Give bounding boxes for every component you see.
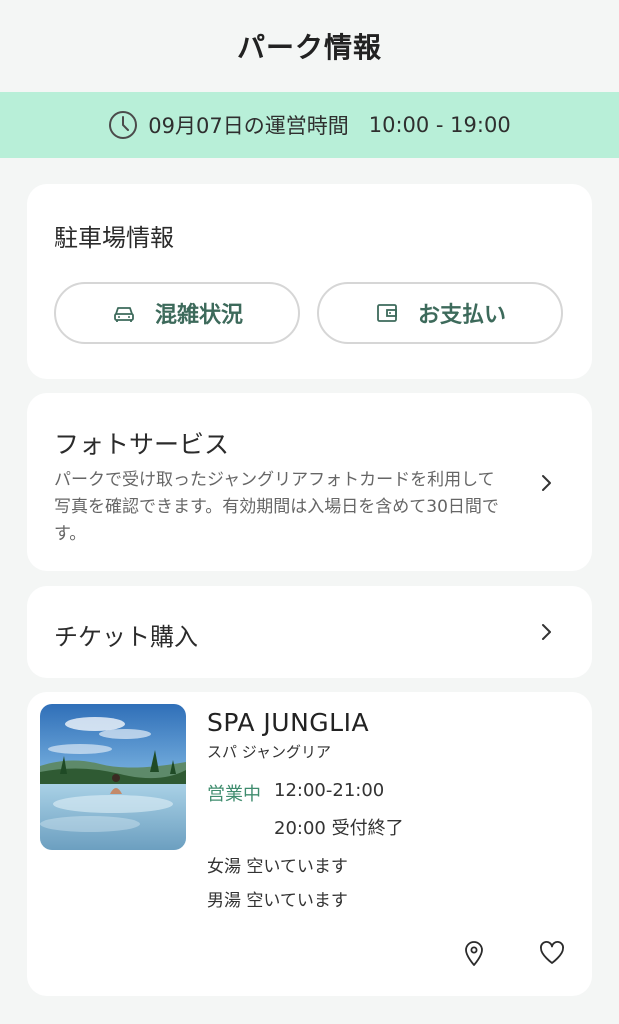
payment-label: お支払い — [417, 303, 506, 328]
favorite-button[interactable] — [535, 936, 569, 970]
spa-hours: 12:00-21:00 — [274, 780, 385, 801]
park-info-screen: パーク情報 09月07日の運営時間 10:00 - 19:00 駐車場情報 混雑… — [0, 0, 619, 1024]
womens-bath-status: 女湯 空いています — [207, 857, 348, 877]
map-button[interactable] — [457, 936, 491, 970]
photo-service-card[interactable]: フォトサービス パークで受け取ったジャングリアフォトカードを利用して写真を確認で… — [27, 393, 592, 571]
heart-icon — [540, 941, 564, 964]
photo-service-heading: フォトサービス — [54, 430, 230, 459]
chevron-right-icon — [542, 475, 551, 491]
hours-date: 09月07日の運営時間 — [148, 114, 349, 138]
spa-thumbnail[interactable] — [40, 704, 186, 850]
hours-range: 10:00 - 19:00 — [368, 113, 511, 137]
parking-card: 駐車場情報 混雑状況 お支払い — [27, 184, 592, 379]
ticket-purchase-card[interactable]: チケット購入 — [27, 586, 592, 678]
spa-name: SPA JUNGLIA — [207, 708, 370, 737]
operating-hours-banner: 09月07日の運営時間 10:00 - 19:00 — [0, 92, 619, 158]
car-icon — [114, 307, 134, 322]
spa-name-kana: スパ ジャングリア — [207, 743, 332, 761]
clock-icon — [109, 111, 138, 139]
header: パーク情報 — [0, 0, 619, 92]
payment-button[interactable]: お支払い — [317, 282, 563, 344]
congestion-button[interactable]: 混雑状況 — [54, 282, 300, 344]
wallet-icon — [377, 304, 397, 322]
parking-heading: 駐車場情報 — [54, 224, 174, 252]
page-title: パーク情報 — [236, 31, 382, 64]
spa-card[interactable]: SPA JUNGLIA スパ ジャングリア 営業中 12:00-21:00 20… — [27, 692, 592, 996]
map-pin-icon — [465, 941, 483, 966]
chevron-right-icon — [542, 624, 551, 640]
ticket-heading: チケット購入 — [54, 623, 198, 651]
spa-last-entry: 20:00 受付終了 — [274, 818, 404, 839]
infinity-pool-photo — [40, 704, 186, 850]
status-badge: 営業中 — [207, 784, 261, 805]
congestion-label: 混雑状況 — [154, 303, 243, 328]
mens-bath-status: 男湯 空いています — [207, 891, 348, 911]
photo-service-description: パークで受け取ったジャングリアフォトカードを利用して写真を確認できます。有効期間… — [54, 470, 499, 544]
